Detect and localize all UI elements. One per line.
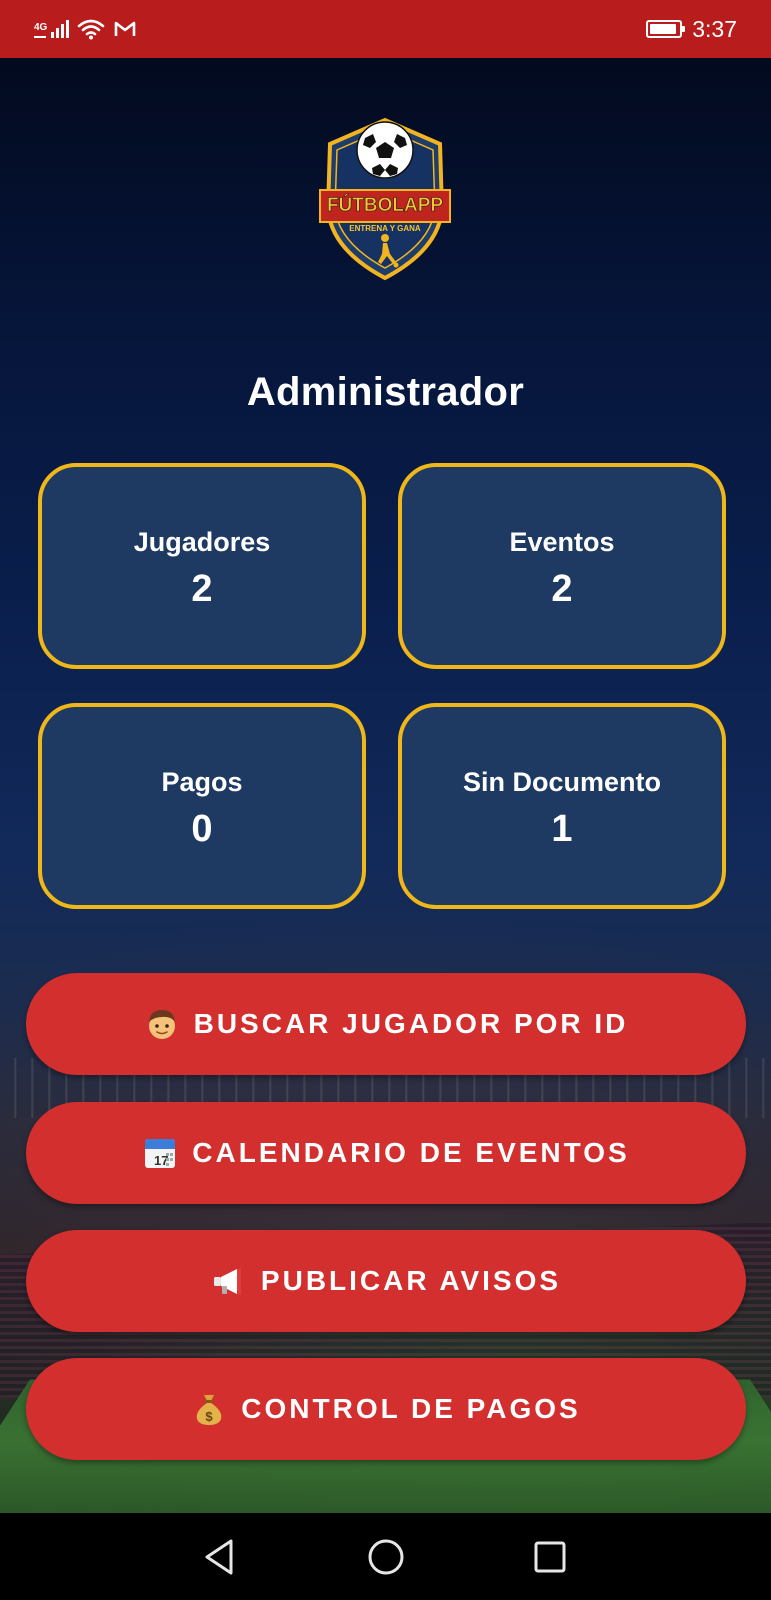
boy-icon xyxy=(148,1010,175,1039)
stat-card-pagos[interactable]: Pagos 0 xyxy=(38,703,366,909)
action-label: CONTROL DE PAGOS xyxy=(241,1393,581,1424)
svg-text:$: $ xyxy=(206,1409,214,1424)
publicar-avisos-button[interactable]: PUBLICAR AVISOS xyxy=(26,1230,746,1332)
money-bag-icon: $ xyxy=(196,1395,222,1425)
network-type-label: 4G xyxy=(34,22,48,33)
stat-label: Sin Documento xyxy=(462,767,661,797)
buscar-jugador-button[interactable]: BUSCAR JUGADOR POR ID xyxy=(26,973,746,1075)
home-icon[interactable] xyxy=(364,1535,408,1579)
stat-label: Pagos xyxy=(161,767,243,797)
status-bar: 4G 3:37 xyxy=(0,0,771,58)
svg-text:FÚTBOLAPP: FÚTBOLAPP xyxy=(327,194,443,216)
action-label: PUBLICAR AVISOS xyxy=(260,1265,562,1296)
megaphone-icon xyxy=(213,1268,241,1295)
wifi-icon xyxy=(78,19,105,40)
navigation-bar xyxy=(0,1513,771,1600)
stat-value: 1 xyxy=(551,808,573,850)
stat-value: 0 xyxy=(191,808,213,850)
gmail-icon xyxy=(115,21,136,36)
control-pagos-button[interactable]: $ CONTROL DE PAGOS xyxy=(26,1358,746,1460)
app-logo: FÚTBOLAPP ENTRENA Y GANA xyxy=(319,117,451,281)
signal-icon: 4G xyxy=(34,20,70,38)
stat-value: 2 xyxy=(191,568,213,610)
calendario-eventos-button[interactable]: 17 CALENDARIO DE EVENTOS xyxy=(26,1102,746,1204)
action-label: BUSCAR JUGADOR POR ID xyxy=(193,1008,629,1039)
recents-icon[interactable] xyxy=(528,1535,572,1579)
calendar-icon: 17 xyxy=(145,1139,176,1168)
stat-label: Jugadores xyxy=(133,527,271,557)
stat-label: Eventos xyxy=(509,527,615,557)
stat-value: 2 xyxy=(551,568,573,610)
battery-icon xyxy=(646,20,686,38)
svg-text:ENTRENA Y GANA: ENTRENA Y GANA xyxy=(349,224,421,233)
stat-card-eventos[interactable]: Eventos 2 xyxy=(398,463,726,669)
stat-card-sin-documento[interactable]: Sin Documento 1 xyxy=(398,703,726,909)
status-left: 4G xyxy=(34,14,137,44)
action-label: CALENDARIO DE EVENTOS xyxy=(192,1137,630,1168)
back-icon[interactable] xyxy=(197,1535,241,1579)
page-title: Administrador xyxy=(246,370,525,414)
status-right: 3:37 xyxy=(646,12,737,46)
stat-card-jugadores[interactable]: Jugadores 2 xyxy=(38,463,366,669)
clock: 3:37 xyxy=(692,15,737,42)
